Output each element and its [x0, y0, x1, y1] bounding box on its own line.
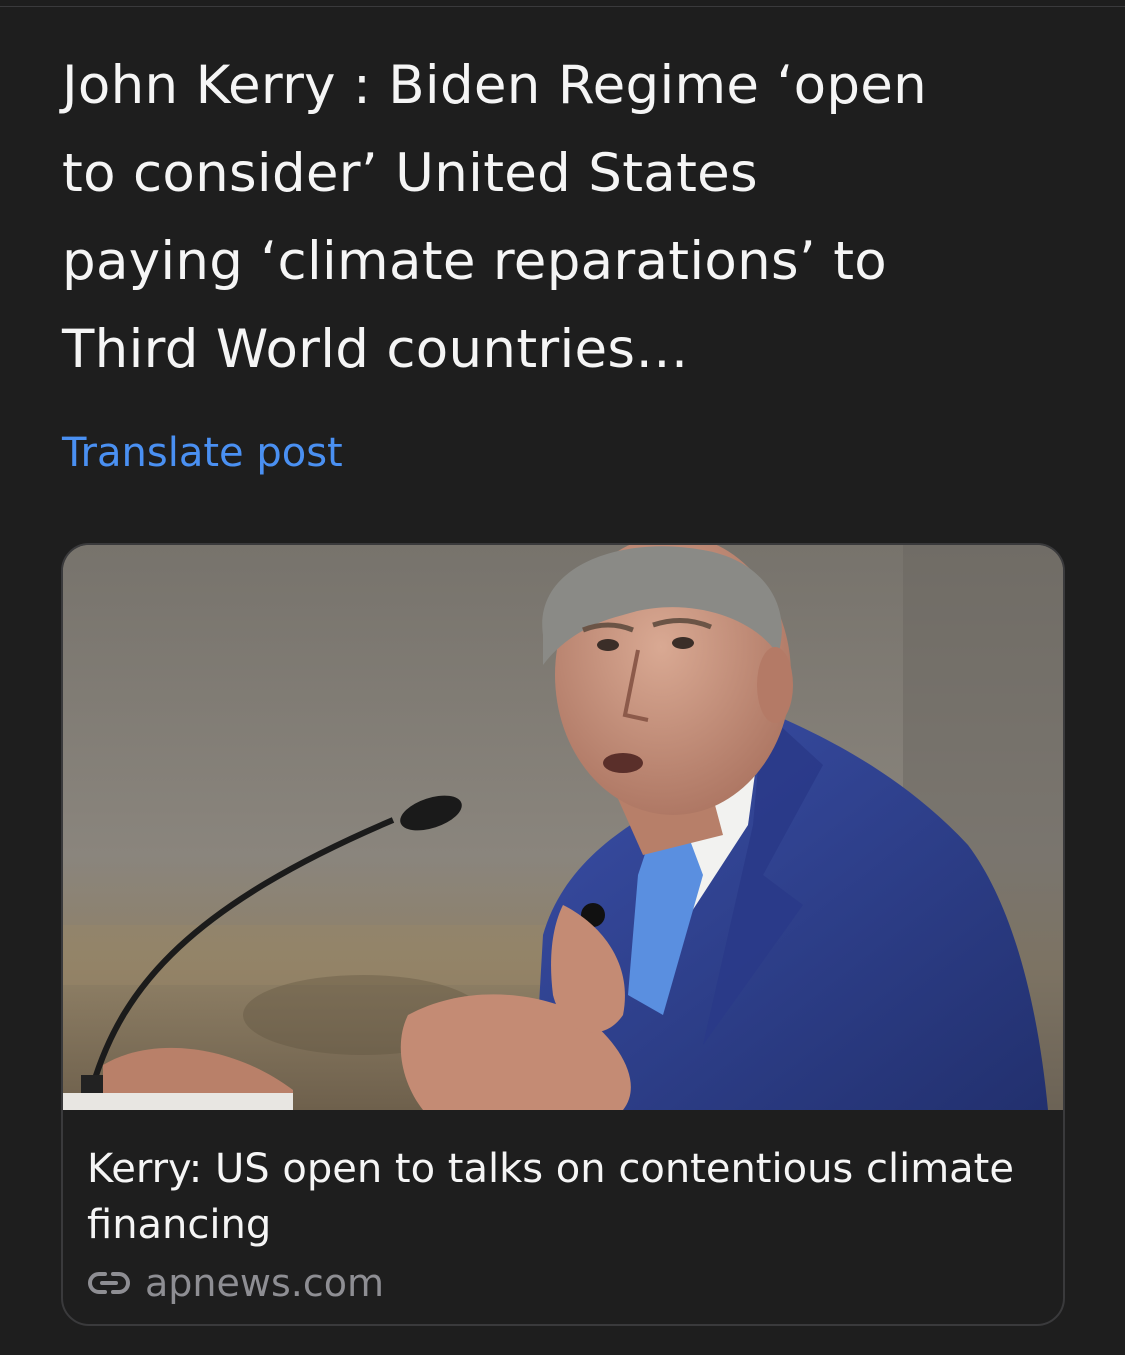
link-preview-image[interactable]	[63, 545, 1063, 1110]
source-domain: apnews.com	[145, 1261, 384, 1305]
link-preview-source[interactable]: apnews.com	[87, 1256, 384, 1310]
link-preview-title[interactable]: Kerry: US open to talks on contentious c…	[87, 1141, 1047, 1253]
top-divider	[0, 6, 1125, 7]
link-preview-card[interactable]: Kerry: US open to talks on contentious c…	[61, 543, 1065, 1326]
kerry-photo-illustration	[63, 545, 1063, 1110]
translate-post-link[interactable]: Translate post	[62, 426, 343, 480]
post-text: John Kerry : Biden Regime ‘open to consi…	[62, 55, 928, 380]
link-icon	[87, 1268, 131, 1298]
